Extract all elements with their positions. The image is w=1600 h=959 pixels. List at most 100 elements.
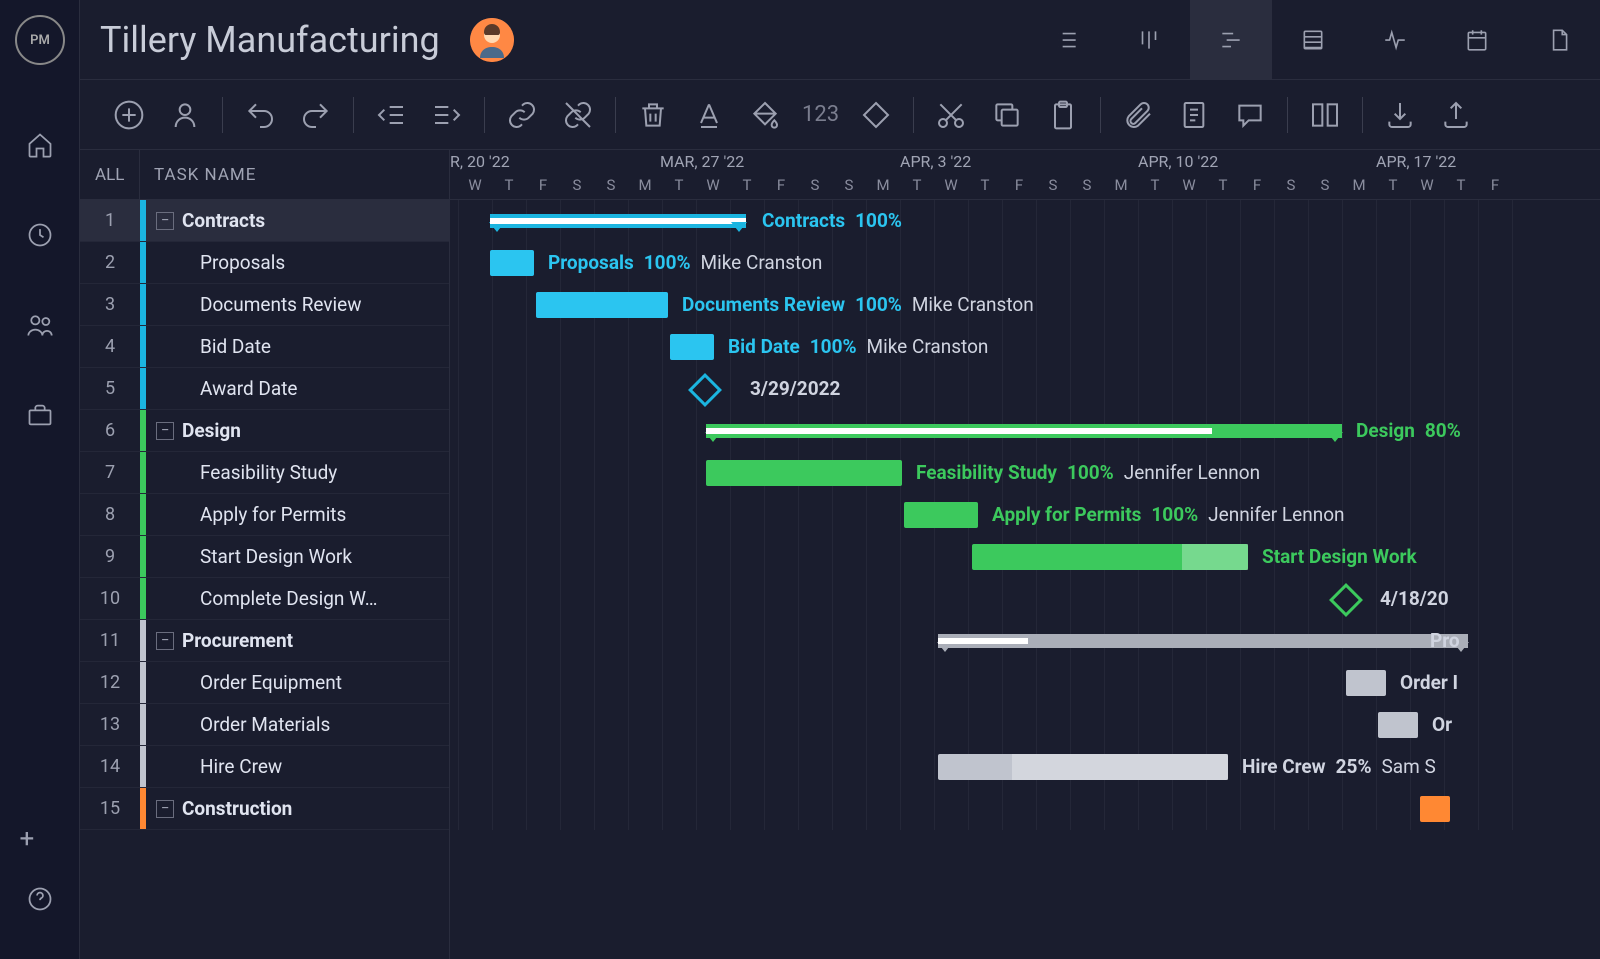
month-label: R, 20 '22 [450, 152, 510, 171]
task-name-label: Order Materials [200, 713, 330, 736]
clock-icon[interactable] [20, 215, 60, 255]
gantt-body[interactable]: Contracts100%Proposals100%Mike CranstonD… [450, 200, 1600, 830]
attachment-icon[interactable] [1119, 96, 1157, 134]
redo-icon[interactable] [297, 96, 335, 134]
columns-icon[interactable] [1306, 96, 1344, 134]
app-header: PM Tillery Manufacturing [0, 0, 1600, 80]
task-row[interactable]: 14Hire Crew [80, 746, 449, 788]
gantt-task-bar[interactable] [536, 292, 668, 318]
task-list-header: ALL TASK NAME [80, 150, 449, 200]
task-row[interactable]: 1−Contracts [80, 200, 449, 242]
collapse-toggle[interactable]: − [156, 422, 174, 440]
gantt-task-bar[interactable] [490, 250, 534, 276]
cut-icon[interactable] [932, 96, 970, 134]
gantt-task-bar[interactable] [706, 460, 902, 486]
gantt-row: Apply for Permits100%Jennifer Lennon [450, 494, 1600, 536]
notes-icon[interactable] [1175, 96, 1213, 134]
gantt-timeline-header: R, 20 '22MAR, 27 '22APR, 3 '22APR, 10 '2… [450, 150, 1600, 200]
user-avatar[interactable] [470, 18, 514, 62]
day-label: F [1478, 176, 1512, 194]
gantt-task-bar[interactable] [670, 334, 714, 360]
assign-icon[interactable] [166, 96, 204, 134]
task-row[interactable]: 12Order Equipment [80, 662, 449, 704]
gantt-milestone[interactable] [688, 373, 722, 407]
unlink-icon[interactable] [559, 96, 597, 134]
comment-icon[interactable] [1231, 96, 1269, 134]
gantt-summary-bar[interactable] [706, 424, 1342, 438]
collapse-toggle[interactable]: − [156, 632, 174, 650]
gantt-row: Order I [450, 662, 1600, 704]
task-row[interactable]: 9Start Design Work [80, 536, 449, 578]
day-label: T [662, 176, 696, 194]
add-task-icon[interactable] [110, 96, 148, 134]
gantt-summary-bar[interactable] [938, 634, 1468, 648]
app-logo[interactable]: PM [15, 15, 65, 65]
task-row[interactable]: 2Proposals [80, 242, 449, 284]
add-icon[interactable]: + [20, 824, 60, 854]
gantt-task-bar[interactable] [938, 754, 1228, 780]
day-label: F [1240, 176, 1274, 194]
task-name-label: Design [182, 419, 241, 442]
task-name-label: Construction [182, 797, 292, 820]
copy-icon[interactable] [988, 96, 1026, 134]
task-row[interactable]: 11−Procurement [80, 620, 449, 662]
home-icon[interactable] [20, 125, 60, 165]
gantt-task-bar[interactable] [972, 544, 1248, 570]
day-label: S [798, 176, 832, 194]
gantt-row: Pro [450, 620, 1600, 662]
column-all[interactable]: ALL [80, 150, 140, 199]
day-label: W [1410, 176, 1444, 194]
view-sheet-icon[interactable] [1272, 0, 1354, 80]
collapse-toggle[interactable]: − [156, 212, 174, 230]
link-icon[interactable] [503, 96, 541, 134]
view-gantt-icon[interactable] [1190, 0, 1272, 80]
task-row[interactable]: 4Bid Date [80, 326, 449, 368]
undo-icon[interactable] [241, 96, 279, 134]
view-pulse-icon[interactable] [1354, 0, 1436, 80]
view-board-icon[interactable] [1108, 0, 1190, 80]
help-icon[interactable] [20, 879, 60, 919]
gantt-task-bar[interactable] [1378, 712, 1418, 738]
briefcase-icon[interactable] [20, 395, 60, 435]
day-label: F [1002, 176, 1036, 194]
task-row[interactable]: 7Feasibility Study [80, 452, 449, 494]
indent-icon[interactable] [428, 96, 466, 134]
gantt-summary-bar[interactable] [490, 214, 746, 228]
gantt-task-bar[interactable] [904, 502, 978, 528]
fill-color-icon[interactable] [746, 96, 784, 134]
task-row[interactable]: 10Complete Design W… [80, 578, 449, 620]
gantt-bar-label: Or [1432, 713, 1452, 736]
task-row[interactable]: 5Award Date [80, 368, 449, 410]
view-file-icon[interactable] [1518, 0, 1600, 80]
delete-icon[interactable] [634, 96, 672, 134]
view-calendar-icon[interactable] [1436, 0, 1518, 80]
gantt-bar-label: Proposals100%Mike Cranston [548, 251, 822, 274]
import-icon[interactable] [1381, 96, 1419, 134]
day-label: F [764, 176, 798, 194]
gantt-chart[interactable]: R, 20 '22MAR, 27 '22APR, 3 '22APR, 10 '2… [450, 150, 1600, 959]
text-style-icon[interactable] [690, 96, 728, 134]
task-row[interactable]: 6−Design [80, 410, 449, 452]
day-label: T [1138, 176, 1172, 194]
day-label: W [934, 176, 968, 194]
task-number: 5 [80, 378, 140, 399]
priority-icon[interactable] [857, 96, 895, 134]
view-list-icon[interactable] [1026, 0, 1108, 80]
export-icon[interactable] [1437, 96, 1475, 134]
task-panel: ALL TASK NAME 1−Contracts2Proposals3Docu… [80, 150, 450, 959]
task-name-label: Complete Design W… [200, 587, 378, 610]
task-color-bar [140, 536, 146, 577]
gantt-task-bar[interactable] [1346, 670, 1386, 696]
column-task-name[interactable]: TASK NAME [140, 165, 256, 185]
task-row[interactable]: 3Documents Review [80, 284, 449, 326]
gantt-milestone[interactable] [1329, 583, 1363, 617]
task-row[interactable]: 8Apply for Permits [80, 494, 449, 536]
gantt-task-bar[interactable] [1420, 796, 1450, 822]
collapse-toggle[interactable]: − [156, 800, 174, 818]
task-row[interactable]: 13Order Materials [80, 704, 449, 746]
people-icon[interactable] [20, 305, 60, 345]
task-row[interactable]: 15−Construction [80, 788, 449, 830]
paste-icon[interactable] [1044, 96, 1082, 134]
outdent-icon[interactable] [372, 96, 410, 134]
day-label: T [1376, 176, 1410, 194]
